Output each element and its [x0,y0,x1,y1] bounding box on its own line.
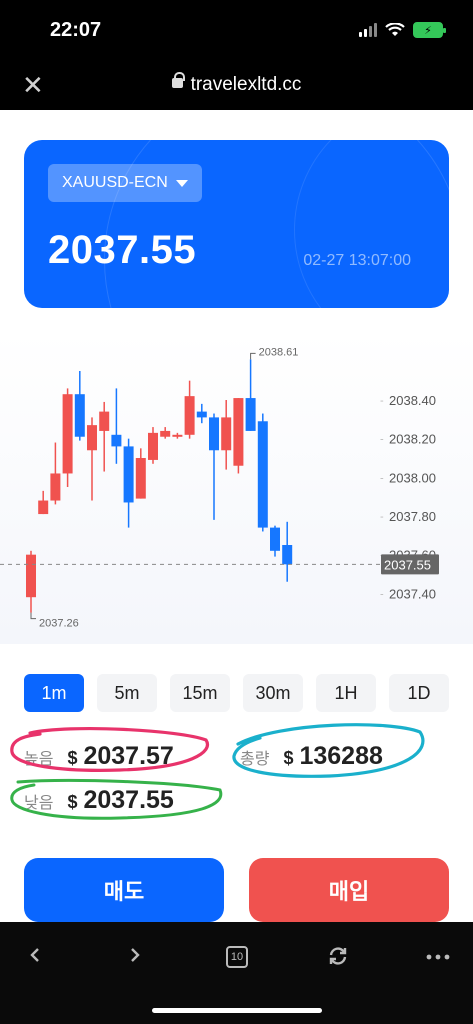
candle-body [270,527,280,551]
symbol-select[interactable]: XAUUSD-ECN [48,164,202,202]
candle-body [50,473,61,501]
candle-body [62,394,73,474]
forward-icon[interactable] [128,944,142,966]
url-text: travelexltd.cc [190,74,302,95]
tab-timeframe-1h[interactable]: 1H [316,674,376,712]
high-stat-label: 높음 [24,751,54,768]
volume-stat: 총량 $ 136288 [240,742,383,771]
candle-body [99,411,110,431]
signal-icon [359,23,377,37]
high-marker: 2038.61 [250,346,299,360]
page-content: XAUUSD-ECN 2037.55 02-27 13:07:00 -2038.… [0,110,473,922]
candle-body [172,434,183,437]
high-stat-currency: $ [67,748,78,768]
candle-body [245,398,256,431]
candle-body [282,545,293,565]
candle-body [148,432,158,460]
trade-actions: 매도 매입 [24,858,449,922]
volume-stat-currency: $ [283,748,294,768]
high-marker-label: 2038.61 [259,346,299,358]
timeframe-tabs: 1m 5m 15m 30m 1H 1D [24,674,449,712]
y-axis-label: 2038.40 [389,393,436,408]
status-icons: ⚡ [359,22,446,38]
buy-button[interactable]: 매입 [249,858,449,922]
volume-stat-value: 136288 [299,742,383,770]
y-axis-tick-mark: - [380,511,384,523]
low-stat: 낮음 $ 2037.55 [24,786,174,815]
back-icon[interactable] [28,944,42,966]
candle-body [123,446,134,503]
tab-count: 10 [230,951,244,963]
high-stat: 높음 $ 2037.57 [24,742,174,771]
y-axis-tick-mark: - [380,588,384,600]
candle-body [38,500,49,515]
more-icon[interactable] [426,954,450,960]
tab-timeframe-1d[interactable]: 1D [389,674,449,712]
symbol-label: XAUUSD-ECN [62,174,168,191]
candle-body [184,396,195,435]
candle-body [26,554,36,598]
volume-stat-label: 총량 [240,751,270,768]
low-stat-value: 2037.55 [83,786,174,814]
lock-icon [171,71,185,88]
tabs-icon[interactable]: 10 [226,946,248,968]
reload-icon[interactable] [326,944,350,968]
candle-body [111,434,122,447]
status-bar: 22:07 ⚡ [0,0,473,62]
card-decoration [294,140,449,308]
tab-timeframe-15m[interactable]: 15m [170,674,230,712]
candle-body [74,394,85,437]
candle-body [160,430,171,437]
tab-timeframe-5m[interactable]: 5m [97,674,157,712]
low-marker-label: 2037.26 [39,618,79,630]
candle-body [209,417,219,451]
status-time: 22:07 [50,19,102,41]
url-display[interactable]: travelexltd.cc [0,71,473,96]
candle-body [196,411,207,418]
browser-toolbar: 10 [0,922,473,1024]
candle-body [87,425,97,451]
y-axis-label: 2038.00 [389,470,436,485]
y-axis-label: 2037.80 [389,509,436,524]
candlestick-chart[interactable]: -2038.40-2038.20-2038.00-2037.80-2037.60… [0,332,473,644]
y-axis-label: 2038.20 [389,432,436,447]
home-indicator [152,1008,322,1013]
price-card: XAUUSD-ECN 2037.55 02-27 13:07:00 [24,140,449,308]
current-price-tag: 2037.55 [381,554,439,575]
y-axis-tick-mark: - [380,395,384,407]
current-price: 2037.55 [48,228,197,272]
y-axis-label: 2037.40 [389,586,436,601]
high-stat-value: 2037.57 [83,742,174,770]
battery-icon: ⚡ [413,22,446,38]
low-stat-label: 낮음 [24,795,54,812]
y-axis-tick-mark: - [380,434,384,446]
browser-url-bar: ✕ travelexltd.cc [0,62,473,110]
y-axis-tick-mark: - [380,472,384,484]
price-timestamp: 02-27 13:07:00 [303,252,411,269]
wifi-icon [385,23,405,36]
tab-timeframe-30m[interactable]: 30m [243,674,303,712]
sell-button[interactable]: 매도 [24,858,224,922]
candle-body [221,417,232,451]
low-stat-currency: $ [67,792,78,812]
candle-body [135,458,146,499]
candle-body [233,398,244,466]
current-price-label: 2037.55 [384,557,431,572]
tab-timeframe-1m[interactable]: 1m [24,674,84,712]
candle-body [257,421,268,528]
chevron-down-icon [175,179,188,187]
